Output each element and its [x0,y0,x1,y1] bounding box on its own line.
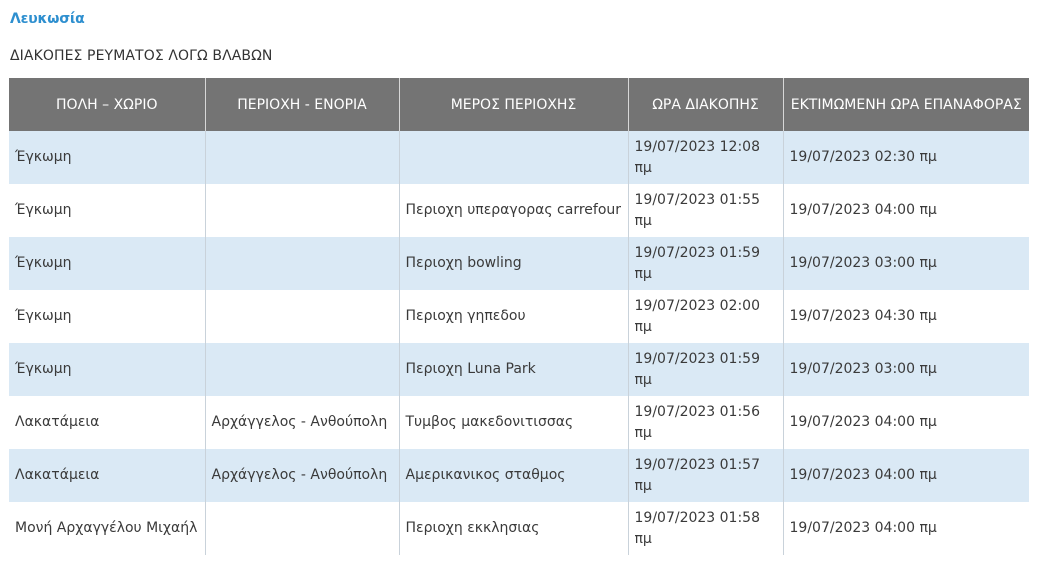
cell-parish: Αρχάγγελος - Ανθούπολη [205,449,400,502]
cell-outage-time: 19/07/2023 01:55 πμ [628,184,784,237]
table-row: Έγκωμη 19/07/2023 12:08 πμ 19/07/2023 02… [9,131,1029,184]
table-row: Έγκωμη Περιοχη bowling 19/07/2023 01:59 … [9,237,1029,290]
cell-city: Έγκωμη [9,290,206,343]
header-area-part: ΜΕΡΟΣ ΠΕΡΙΟΧΗΣ [399,78,629,131]
cell-city: Μονή Αρχαγγέλου Μιχαήλ [9,502,206,555]
cell-outage-time: 19/07/2023 01:58 πμ [628,502,784,555]
page-title: ΔΙΑΚΟΠΕΣ ΡΕΥΜΑΤΟΣ ΛΟΓΩ ΒΛΑΒΩΝ [10,48,273,64]
cell-restore-time: 19/07/2023 04:00 πμ [783,449,1029,502]
cell-area-part: Περιοχη υπεραγορας carrefour [399,184,629,237]
cell-restore-time: 19/07/2023 04:30 πμ [783,290,1029,343]
cell-restore-time: 19/07/2023 02:30 πμ [783,131,1029,184]
cell-outage-time: 19/07/2023 02:00 πμ [628,290,784,343]
cell-restore-time: 19/07/2023 04:00 πμ [783,396,1029,449]
cell-city: Έγκωμη [9,131,206,184]
cell-parish [205,184,400,237]
cell-area-part: Περιοχη Luna Park [399,343,629,396]
cell-restore-time: 19/07/2023 04:00 πμ [783,184,1029,237]
cell-city: Λακατάμεια [9,449,206,502]
cell-area-part [399,131,629,184]
cell-city: Λακατάμεια [9,396,206,449]
cell-parish [205,343,400,396]
cell-outage-time: 19/07/2023 01:59 πμ [628,237,784,290]
cell-area-part: Τυμβος μακεδονιτισσας [399,396,629,449]
cell-area-part: Αμερικανικος σταθμος [399,449,629,502]
cell-city: Έγκωμη [9,184,206,237]
cell-city: Έγκωμη [9,237,206,290]
cell-restore-time: 19/07/2023 04:00 πμ [783,502,1029,555]
cell-outage-time: 19/07/2023 01:57 πμ [628,449,784,502]
header-estimated-restore-time: ΕΚΤΙΜΩΜΕΝΗ ΩΡΑ ΕΠΑΝΑΦΟΡΑΣ [783,78,1029,131]
table-row: Έγκωμη Περιοχη γηπεδου 19/07/2023 02:00 … [9,290,1029,343]
cell-area-part: Περιοχη γηπεδου [399,290,629,343]
cell-outage-time: 19/07/2023 01:59 πμ [628,343,784,396]
cell-city: Έγκωμη [9,343,206,396]
table-row: Λακατάμεια Αρχάγγελος - Ανθούπολη Τυμβος… [9,396,1029,449]
table-header-row: ΠΟΛΗ – ΧΩΡΙΟ ΠΕΡΙΟΧΗ - ΕΝΟΡΙΑ ΜΕΡΟΣ ΠΕΡΙ… [9,78,1029,131]
outages-table: ΠΟΛΗ – ΧΩΡΙΟ ΠΕΡΙΟΧΗ - ΕΝΟΡΙΑ ΜΕΡΟΣ ΠΕΡΙ… [9,78,1029,555]
cell-parish [205,290,400,343]
cell-parish [205,131,400,184]
table-row: Μονή Αρχαγγέλου Μιχαήλ Περιοχη εκκλησιας… [9,502,1029,555]
cell-parish [205,237,400,290]
table-row: Έγκωμη Περιοχη υπεραγορας carrefour 19/0… [9,184,1029,237]
cell-area-part: Περιοχη bowling [399,237,629,290]
table-row: Έγκωμη Περιοχη Luna Park 19/07/2023 01:5… [9,343,1029,396]
cell-outage-time: 19/07/2023 01:56 πμ [628,396,784,449]
city-link[interactable]: Λευκωσία [10,11,85,27]
header-area-parish: ΠΕΡΙΟΧΗ - ΕΝΟΡΙΑ [205,78,400,131]
cell-parish: Αρχάγγελος - Ανθούπολη [205,396,400,449]
cell-restore-time: 19/07/2023 03:00 πμ [783,237,1029,290]
table-row: Λακατάμεια Αρχάγγελος - Ανθούπολη Αμερικ… [9,449,1029,502]
cell-restore-time: 19/07/2023 03:00 πμ [783,343,1029,396]
header-outage-time: ΩΡΑ ΔΙΑΚΟΠΗΣ [628,78,784,131]
cell-area-part: Περιοχη εκκλησιας [399,502,629,555]
header-city-village: ΠΟΛΗ – ΧΩΡΙΟ [9,78,206,131]
cell-outage-time: 19/07/2023 12:08 πμ [628,131,784,184]
cell-parish [205,502,400,555]
